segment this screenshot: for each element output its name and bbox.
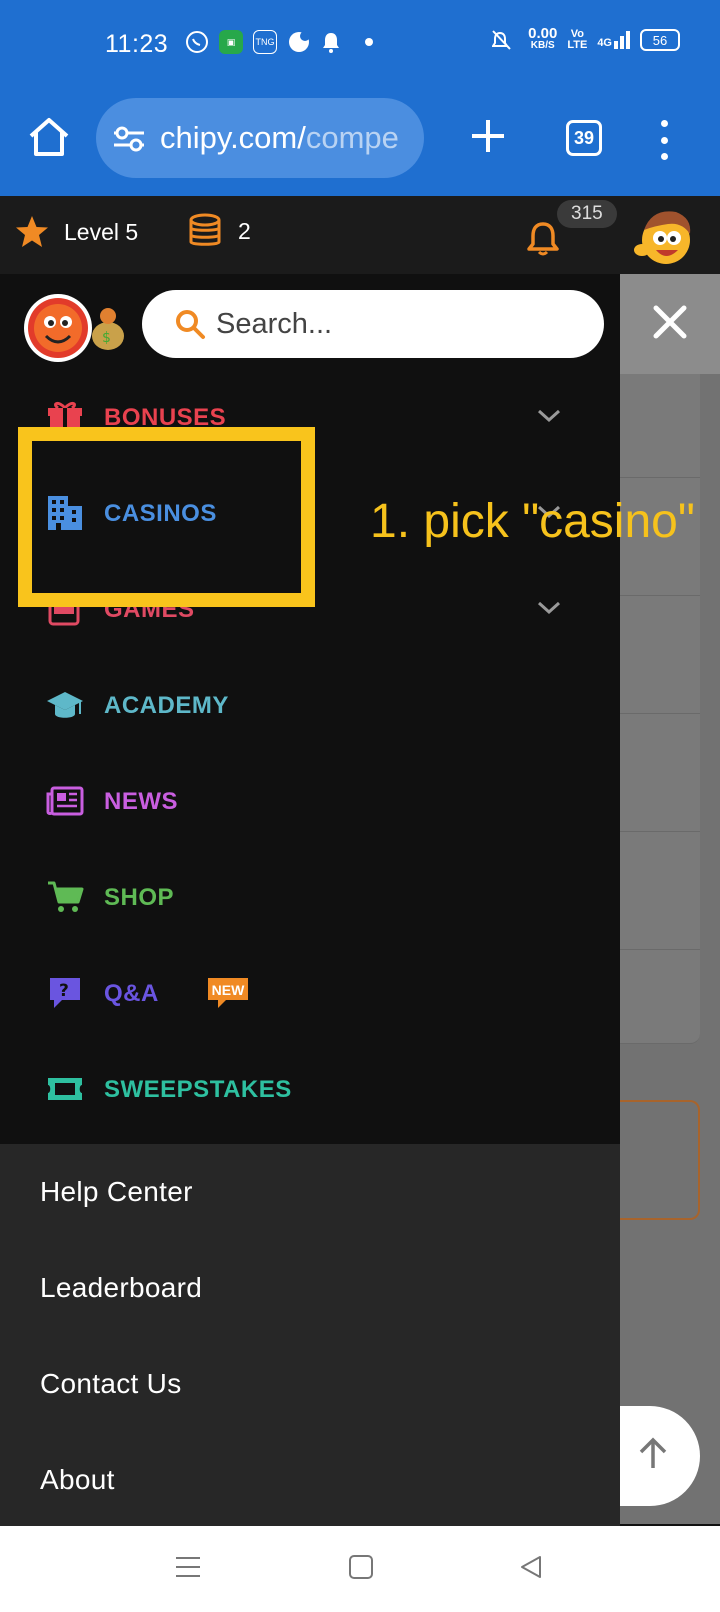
notification-bell-icon[interactable] — [526, 220, 560, 256]
chevron-down-icon[interactable] — [536, 408, 562, 424]
home-square-icon[interactable] — [348, 1554, 374, 1580]
menu-label-qa: Q&A — [104, 980, 159, 1007]
url-text: chipy.com/compe — [160, 120, 399, 155]
system-icons: 0.00 KB/S Vo LTE 4G 56 — [492, 25, 680, 52]
home-icon[interactable] — [26, 114, 72, 160]
site-settings-icon[interactable] — [112, 125, 146, 153]
new-badge-label: NEW — [211, 982, 245, 998]
site-header: Level 5 2 315 — [0, 196, 720, 274]
tab-switcher-button[interactable]: 39 — [566, 120, 602, 156]
chevron-down-icon[interactable] — [536, 600, 562, 616]
coins-icon — [189, 213, 221, 246]
back-icon[interactable] — [518, 1554, 544, 1580]
status-bar: 11:23 ▣ TNG 0.00 KB/S Vo LTE 4G 56 — [0, 0, 720, 90]
footer-link-contact-us[interactable]: Contact Us — [40, 1368, 182, 1400]
footer-link-help-center[interactable]: Help Center — [40, 1176, 193, 1208]
dot-icon — [365, 38, 373, 46]
annotation-highlight-box — [18, 427, 315, 607]
menu-item-qa[interactable]: ? Q&A NEW — [0, 962, 600, 1022]
ticket-icon — [48, 1078, 82, 1100]
menu-item-academy[interactable]: ACADEMY — [0, 674, 600, 734]
system-nav-bar — [0, 1526, 720, 1612]
search-input[interactable] — [216, 304, 576, 344]
footer-link-leaderboard[interactable]: Leaderboard — [40, 1272, 202, 1304]
signal-indicator: 4G — [597, 31, 630, 49]
svg-text:$: $ — [102, 330, 111, 346]
question-bubble-icon: ? — [50, 978, 80, 1008]
bell-status-icon — [323, 33, 339, 53]
level-indicator[interactable]: Level 5 — [14, 214, 138, 250]
annotation-text: 1. pick "casino" — [370, 495, 695, 548]
menu-item-news[interactable]: NEWS — [0, 770, 600, 830]
clock: 11:23 — [105, 30, 169, 58]
overlay-card — [620, 950, 700, 1044]
menu-item-shop[interactable]: SHOP — [0, 866, 600, 926]
shopping-cart-icon — [48, 881, 84, 912]
menu-label-academy: ACADEMY — [104, 692, 229, 719]
overlay-outlined-card — [620, 1100, 700, 1220]
wallet-app-icon: ▣ — [219, 30, 243, 54]
overlay-card — [620, 374, 700, 478]
level-label: Level 5 — [64, 218, 139, 245]
star-icon — [16, 216, 48, 247]
close-icon[interactable] — [648, 300, 692, 344]
overlay-card — [620, 832, 700, 950]
battery-indicator: 56 — [640, 29, 680, 51]
svg-text:?: ? — [59, 981, 69, 1001]
notification-count[interactable]: 315 — [557, 200, 617, 228]
chipy-logo[interactable]: $ — [22, 290, 132, 364]
arrow-up-icon — [639, 1437, 667, 1468]
navigation-drawer: $ BONUSES C — [0, 274, 620, 1144]
mute-icon — [492, 30, 511, 50]
graduation-cap-icon — [47, 692, 83, 718]
notification-icons: ▣ TNG — [185, 30, 373, 54]
footer-link-about[interactable]: About — [40, 1464, 115, 1496]
overlay-card — [620, 596, 700, 714]
menu-label-shop: SHOP — [104, 884, 175, 911]
url-field[interactable]: chipy.com/compe — [96, 98, 424, 178]
user-avatar[interactable] — [632, 204, 696, 268]
menu-icon[interactable] — [174, 1554, 202, 1580]
browser-toolbar: chipy.com/compe 39 — [0, 90, 720, 196]
overlay-card — [620, 714, 700, 832]
menu-label-sweepstakes: SWEEPSTAKES — [104, 1076, 292, 1103]
touch-n-go-icon: TNG — [253, 30, 277, 54]
search-box[interactable] — [142, 290, 604, 358]
drawer-footer-menu: Help Center Leaderboard Contact Us About — [0, 1144, 620, 1526]
coin-balance[interactable]: 2 — [186, 212, 251, 250]
whatsapp-icon — [186, 31, 208, 53]
more-options-icon[interactable] — [654, 120, 674, 160]
search-icon — [176, 310, 205, 339]
net-speed: 0.00 KB/S — [528, 25, 558, 51]
menu-item-sweepstakes[interactable]: SWEEPSTAKES — [0, 1058, 600, 1118]
menu-label-news: NEWS — [104, 788, 178, 815]
app-icon — [289, 31, 310, 52]
newspaper-icon — [46, 786, 84, 816]
new-tab-icon[interactable] — [466, 114, 510, 158]
volte-indicator: Vo LTE — [567, 28, 588, 51]
coin-count: 2 — [238, 217, 251, 244]
